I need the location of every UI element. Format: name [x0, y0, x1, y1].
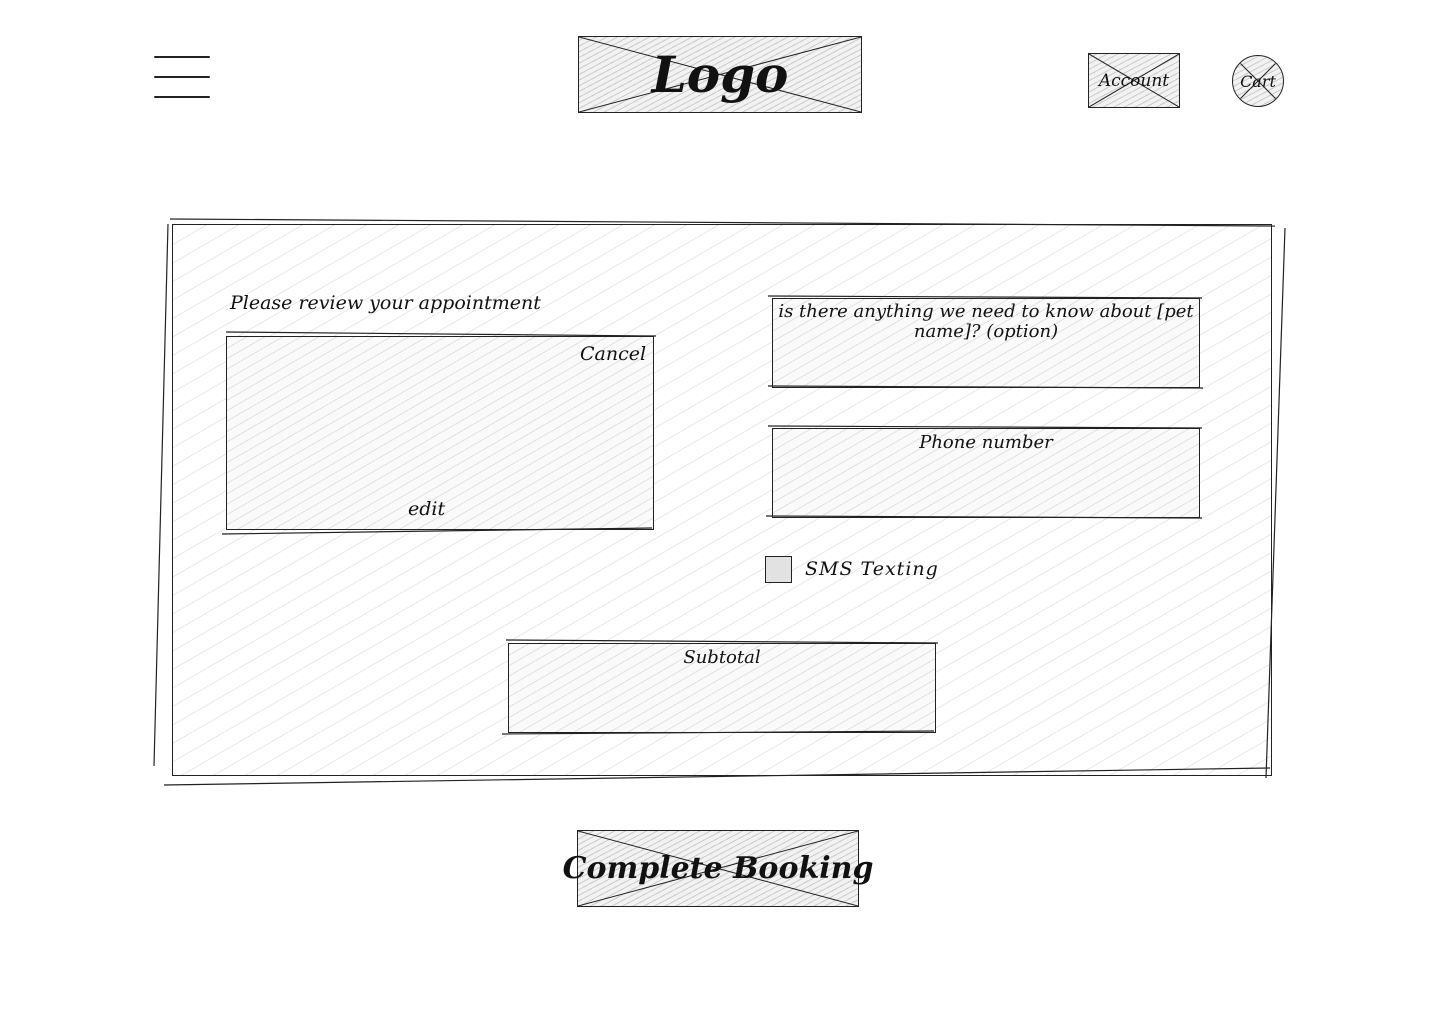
account-label: Account	[1098, 70, 1170, 91]
review-title: Please review your appointment	[230, 292, 541, 314]
pet-notes-label: is there anything we need to know about …	[778, 301, 1194, 342]
phone-number-field[interactable]: Phone number	[772, 428, 1200, 518]
logo-text: Logo	[651, 45, 789, 104]
complete-booking-label: Complete Booking	[562, 851, 874, 886]
edit-link[interactable]: edit	[408, 498, 445, 520]
logo: Logo	[578, 36, 862, 113]
subtotal-box: Subtotal	[508, 643, 936, 733]
complete-booking-button[interactable]: Complete Booking	[562, 830, 874, 907]
sketch-stroke	[153, 223, 169, 767]
cart-button[interactable]: Cart	[1232, 55, 1284, 107]
menu-icon[interactable]	[150, 50, 214, 104]
account-button[interactable]: Account	[1088, 53, 1180, 108]
pet-notes-field[interactable]: is there anything we need to know about …	[772, 298, 1200, 388]
cancel-link[interactable]: Cancel	[580, 343, 646, 365]
cart-label: Cart	[1240, 71, 1276, 91]
subtotal-label: Subtotal	[683, 647, 761, 668]
phone-number-label: Phone number	[919, 432, 1053, 453]
sms-texting-label: SMS Texting	[805, 558, 939, 580]
sms-texting-checkbox[interactable]	[765, 556, 792, 583]
